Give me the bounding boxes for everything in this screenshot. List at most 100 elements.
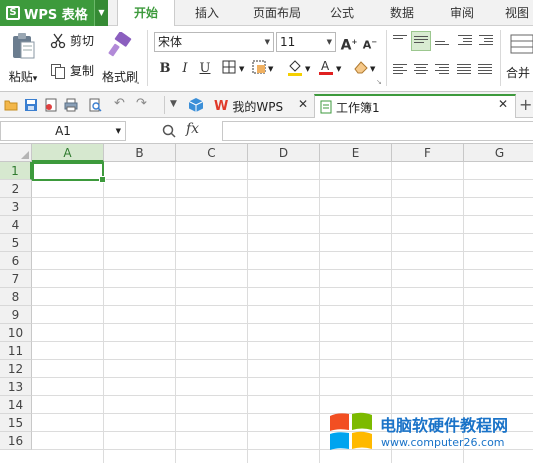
column-header[interactable]: C — [176, 144, 248, 162]
export-pdf-icon[interactable] — [44, 98, 58, 112]
tab-page-layout[interactable]: 页面布局 — [243, 0, 311, 26]
chevron-down-icon[interactable]: ▼ — [305, 65, 310, 73]
tab-data[interactable]: 数据 — [380, 0, 424, 26]
menu-bar: S WPS 表格 ▼ 开始 插入 页面布局 公式 数据 审阅 视图 — [0, 0, 533, 27]
cube-icon[interactable] — [188, 97, 204, 113]
clear-format-button[interactable] — [352, 59, 370, 77]
column-header[interactable]: D — [248, 144, 320, 162]
merge-cells-icon — [510, 34, 533, 54]
font-color-button[interactable]: A — [317, 58, 335, 76]
new-tab-icon[interactable]: + — [519, 95, 532, 114]
copy-button[interactable]: 复制 — [50, 62, 94, 79]
align-middle-button[interactable] — [411, 31, 431, 51]
copy-label: 复制 — [70, 64, 95, 78]
chevron-down-icon: ▼ — [326, 38, 332, 46]
tab-review[interactable]: 审阅 — [440, 0, 484, 26]
app-menu-button[interactable]: S WPS 表格 ▼ — [0, 0, 108, 26]
brush-icon — [108, 32, 132, 57]
insert-function-button[interactable]: fx — [186, 121, 199, 137]
save-icon[interactable] — [24, 98, 38, 112]
close-icon[interactable]: ✕ — [498, 98, 508, 110]
zoom-search-icon[interactable] — [162, 124, 176, 138]
row-header[interactable]: 3 — [0, 198, 32, 216]
merge-label: 合并 — [506, 66, 531, 80]
clipboard-group-launcher-icon[interactable]: ↘ — [134, 78, 140, 86]
chevron-down-icon[interactable]: ▼ — [268, 65, 273, 73]
document-tab-bar: ↶ ↷ ▼ W 我的WPS ✕ 工作簿1 ✕ + — [0, 92, 533, 118]
border-grid-icon — [222, 60, 236, 74]
paste-button[interactable]: 粘贴▾ — [4, 30, 42, 86]
increase-indent-icon[interactable] — [479, 35, 493, 47]
toolbar-divider — [164, 96, 165, 114]
align-center-icon[interactable] — [414, 64, 428, 76]
font-size-select[interactable]: 11 ▼ — [276, 32, 336, 52]
merge-center-button[interactable]: 合并 — [506, 32, 533, 88]
font-group-launcher-icon[interactable]: ↘ — [376, 78, 382, 86]
align-bottom-icon[interactable] — [435, 38, 449, 50]
chevron-down-icon[interactable]: ▼ — [239, 65, 244, 73]
name-box[interactable]: A1 ▼ — [0, 121, 126, 141]
align-right-icon[interactable] — [435, 64, 449, 76]
chevron-down-icon[interactable]: ▼ — [336, 65, 341, 73]
close-icon[interactable]: ✕ — [298, 98, 308, 110]
row-header[interactable]: 4 — [0, 216, 32, 234]
row-header[interactable]: 6 — [0, 252, 32, 270]
undo-icon[interactable]: ↶ — [114, 96, 125, 111]
row-header[interactable]: 13 — [0, 378, 32, 396]
select-all-corner[interactable] — [0, 144, 32, 162]
row-header[interactable]: 9 — [0, 306, 32, 324]
fill-color-button[interactable] — [286, 59, 304, 77]
align-left-icon[interactable] — [393, 64, 407, 76]
doc-tab-workbook1[interactable]: 工作簿1 — [314, 94, 516, 118]
column-header[interactable]: G — [464, 144, 533, 162]
row-header[interactable]: 5 — [0, 234, 32, 252]
align-middle-icon — [414, 36, 428, 48]
font-name-select[interactable]: 宋体 ▼ — [154, 32, 274, 52]
distributed-align-icon[interactable] — [478, 64, 492, 76]
italic-button[interactable]: I — [176, 60, 194, 78]
row-header[interactable]: 8 — [0, 288, 32, 306]
row-header[interactable]: 15 — [0, 414, 32, 432]
column-header[interactable]: F — [392, 144, 464, 162]
tab-view[interactable]: 视图 — [505, 0, 533, 26]
doc-tab-label: 我的WPS — [232, 99, 284, 114]
decrease-font-icon[interactable]: A− — [361, 33, 379, 52]
chevron-down-icon[interactable]: ▼ — [94, 0, 108, 26]
row-header[interactable]: 1 — [0, 162, 32, 180]
print-icon[interactable] — [64, 98, 78, 112]
column-header[interactable]: B — [104, 144, 176, 162]
decrease-indent-icon[interactable] — [458, 35, 472, 47]
cut-label: 剪切 — [70, 34, 95, 48]
sheet-document-icon — [320, 100, 332, 114]
row-header[interactable]: 16 — [0, 432, 32, 450]
increase-font-icon[interactable]: A+ — [340, 33, 358, 54]
borders-button[interactable] — [220, 60, 238, 78]
row-header[interactable]: 2 — [0, 180, 32, 198]
column-header[interactable]: A — [32, 144, 104, 162]
active-cell[interactable] — [32, 162, 106, 183]
tab-formula[interactable]: 公式 — [320, 0, 364, 26]
fill-pattern-button[interactable] — [250, 60, 268, 78]
row-header[interactable]: 12 — [0, 360, 32, 378]
font-color-icon: A — [319, 59, 333, 75]
site-watermark: 电脑软硬件教程网 www.computer26.com — [328, 406, 533, 460]
chevron-down-icon[interactable]: ▼ — [370, 65, 375, 73]
print-preview-icon[interactable] — [88, 98, 102, 112]
align-top-icon[interactable] — [393, 35, 407, 47]
formula-input[interactable] — [222, 121, 533, 141]
justify-icon[interactable] — [457, 64, 471, 76]
tab-home[interactable]: 开始 — [117, 0, 175, 27]
tab-insert[interactable]: 插入 — [185, 0, 229, 26]
quick-access-menu-icon[interactable]: ▼ — [170, 99, 177, 109]
cut-button[interactable]: 剪切 — [50, 32, 94, 49]
column-header[interactable]: E — [320, 144, 392, 162]
paint-bucket-icon — [288, 60, 302, 76]
row-header[interactable]: 11 — [0, 342, 32, 360]
underline-button[interactable]: U — [196, 60, 214, 78]
row-header[interactable]: 7 — [0, 270, 32, 288]
open-folder-icon[interactable] — [4, 98, 18, 112]
bold-button[interactable]: B — [156, 60, 174, 78]
row-header[interactable]: 14 — [0, 396, 32, 414]
redo-icon[interactable]: ↷ — [136, 96, 147, 111]
row-header[interactable]: 10 — [0, 324, 32, 342]
